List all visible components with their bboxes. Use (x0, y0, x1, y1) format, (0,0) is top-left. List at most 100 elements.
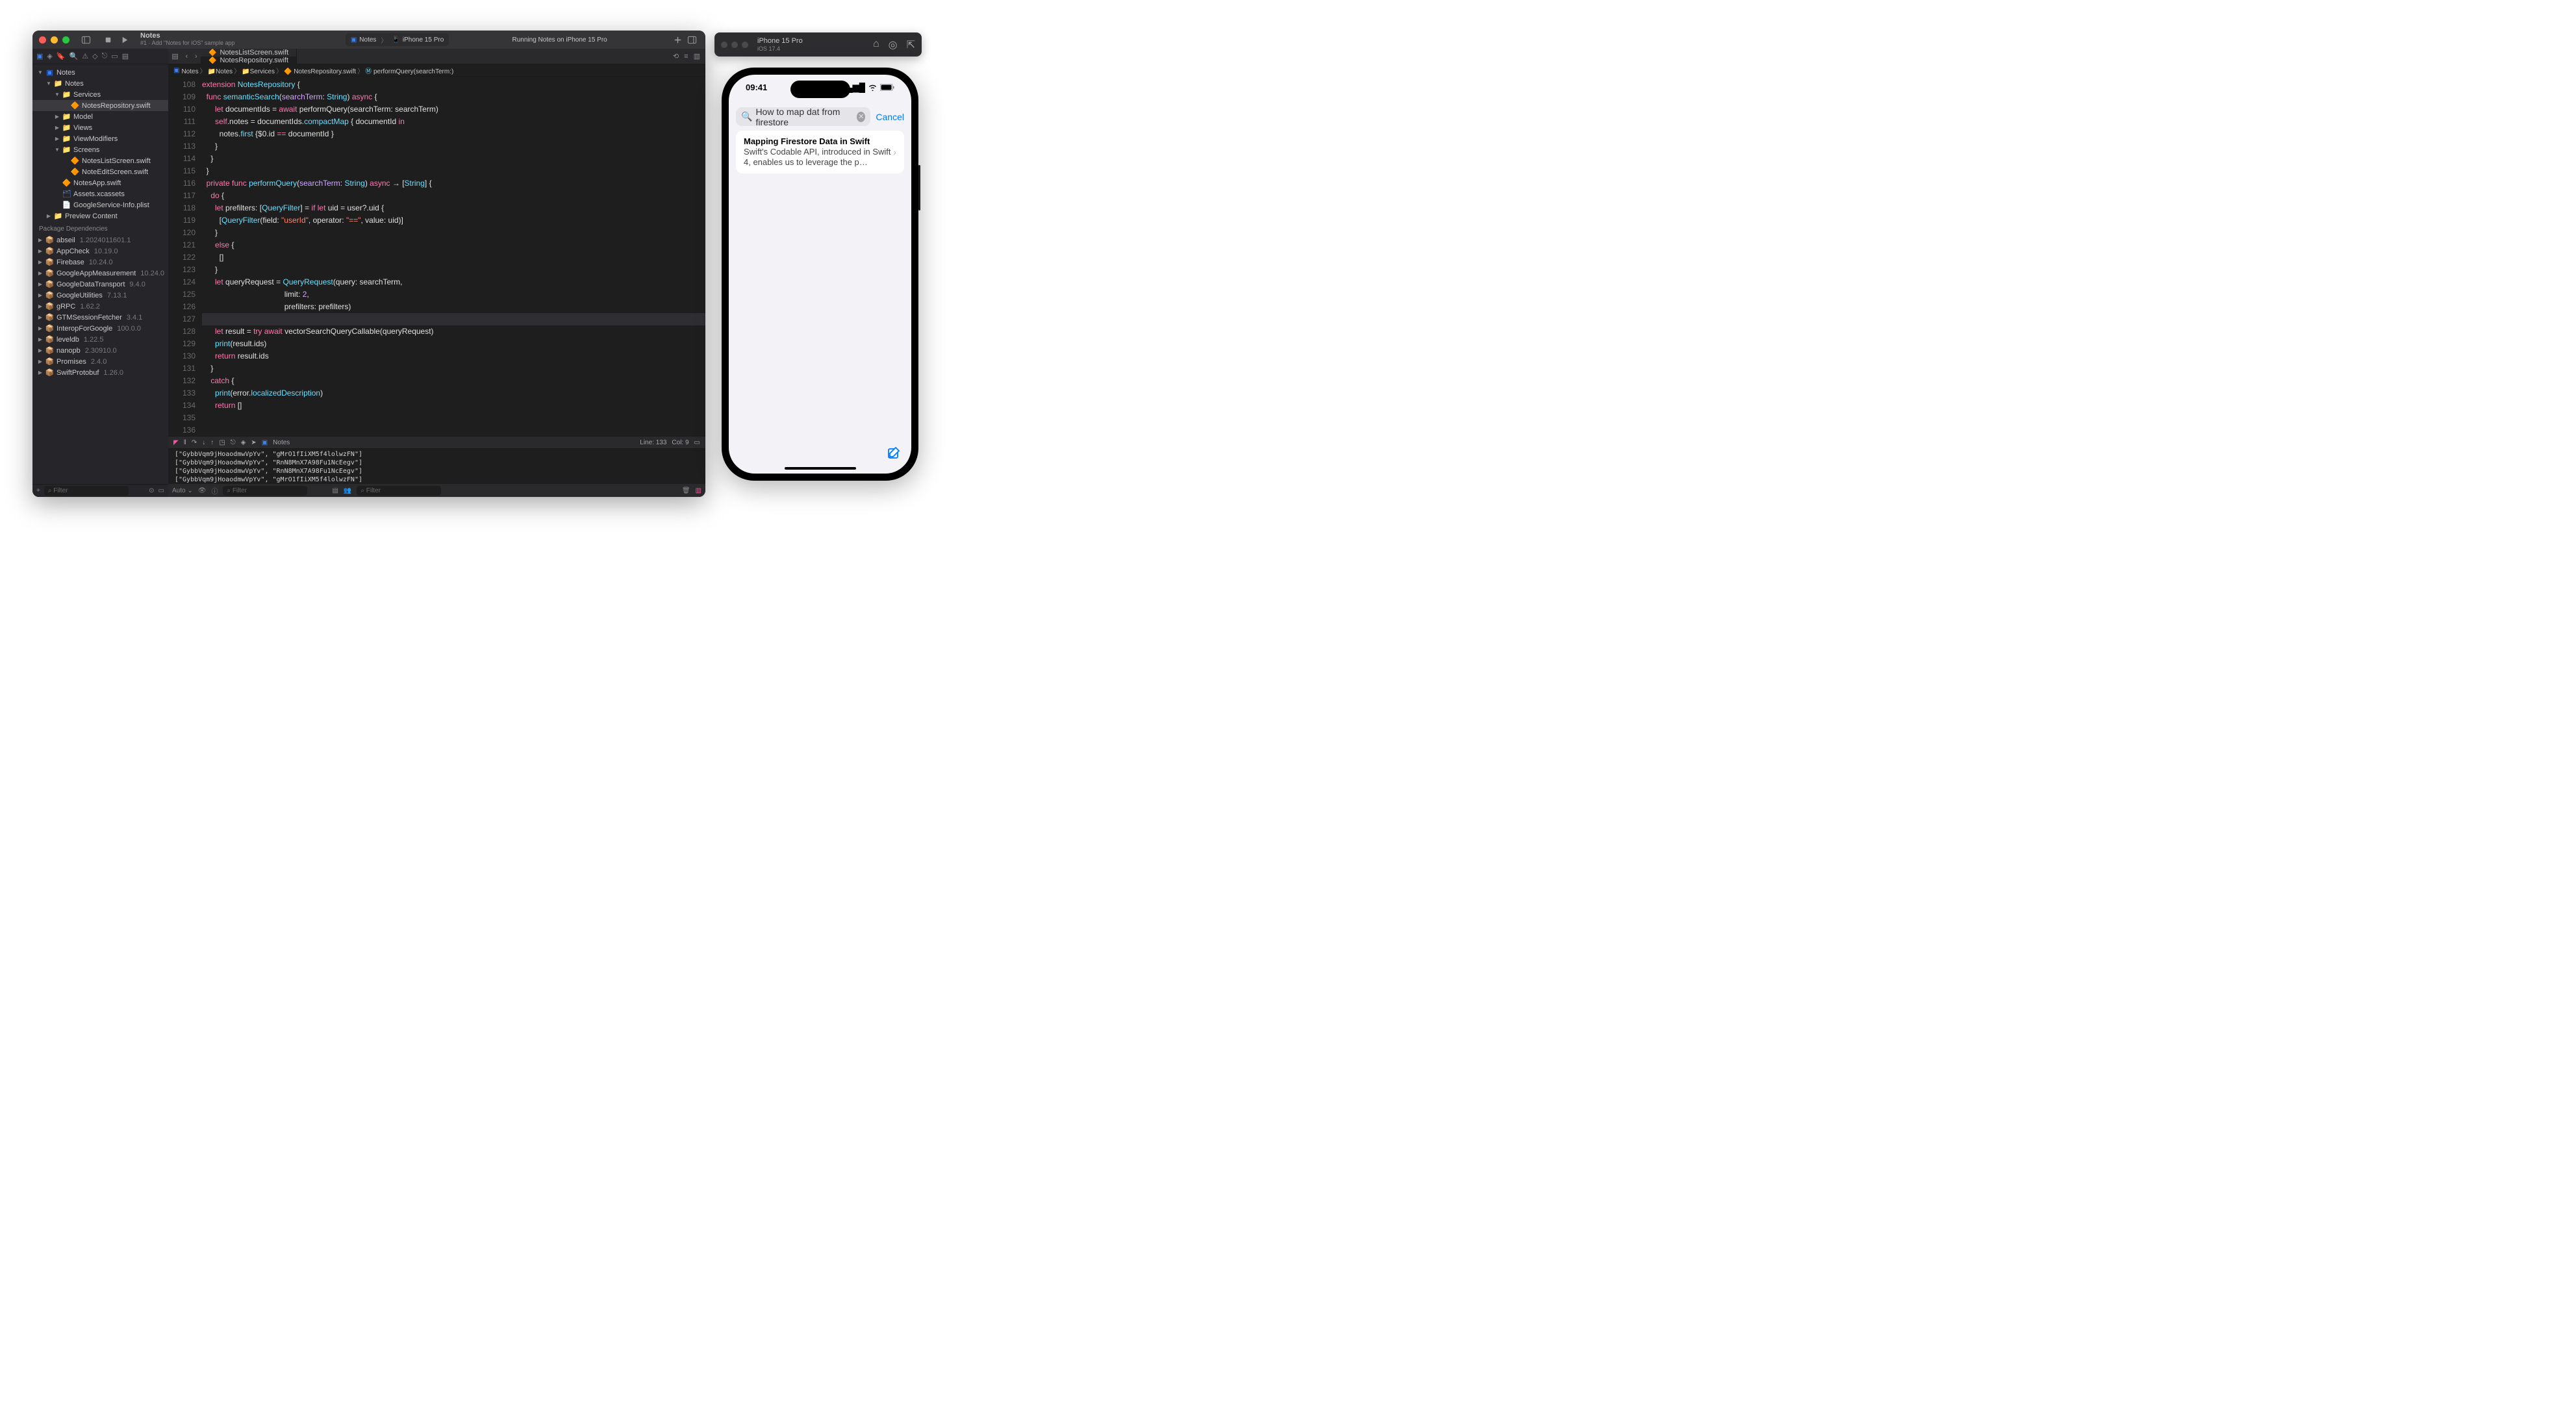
disclosure-icon[interactable]: ▶ (55, 125, 60, 131)
disclosure-icon[interactable]: ▶ (38, 348, 43, 353)
memory-icon[interactable]: ⎋ (231, 439, 236, 446)
location-icon[interactable]: ◈ (241, 439, 246, 446)
dep-item[interactable]: ▶📦GTMSessionFetcher3.4.1 (32, 312, 168, 323)
debug-view-icon[interactable]: ◳ (219, 439, 225, 446)
people-icon[interactable]: 👥 (344, 487, 351, 494)
test-icon[interactable]: ◇ (92, 52, 97, 60)
close-icon[interactable] (721, 42, 727, 48)
disclosure-icon[interactable]: ▶ (38, 237, 43, 243)
cancel-button[interactable]: Cancel (876, 112, 904, 122)
disclosure-icon[interactable]: ▶ (38, 292, 43, 298)
jump-segment[interactable]: Notes (181, 68, 198, 75)
clear-icon[interactable]: ✕ (857, 112, 865, 122)
nav-filter[interactable]: ⌕ Filter (44, 486, 129, 496)
library-button[interactable] (685, 32, 699, 47)
step-out-icon[interactable]: ↑ (210, 439, 214, 446)
tree-item[interactable]: 🔶NotesListScreen.swift (32, 155, 168, 166)
bookmark-icon[interactable]: 🔖 (57, 52, 66, 60)
scheme-selector[interactable]: ▣Notes 〉 📱iPhone 15 Pro (346, 33, 449, 46)
disclosure-icon[interactable]: ▶ (38, 325, 43, 331)
disclosure-icon[interactable]: ▼ (46, 81, 51, 86)
project-tree[interactable]: ▼▣Notes▼📁Notes▼📁Services🔶NotesRepository… (32, 64, 168, 484)
trash-icon[interactable]: 🗑 (682, 487, 690, 494)
jump-segment[interactable]: NotesRepository.swift (294, 68, 356, 75)
dep-item[interactable]: ▶📦Firebase10.24.0 (32, 257, 168, 268)
disclosure-icon[interactable]: ▼ (55, 147, 60, 153)
dep-item[interactable]: ▶📦GoogleAppMeasurement10.24.0 (32, 268, 168, 279)
forward-icon[interactable]: › (195, 53, 197, 60)
report-icon[interactable]: ▤ (122, 52, 129, 60)
dep-item[interactable]: ▶📦AppCheck10.19.0 (32, 246, 168, 257)
adjust-icon[interactable]: ≡ (684, 53, 688, 60)
disclosure-icon[interactable]: ▶ (55, 136, 60, 142)
tree-item[interactable]: 📄GoogleService-Info.plist (32, 199, 168, 210)
split-console-icon[interactable]: ▥ (696, 487, 701, 494)
code-content[interactable]: extension NotesRepository { func semanti… (202, 77, 705, 436)
find-icon[interactable]: 🔍 (69, 52, 79, 60)
disclosure-icon[interactable]: ▶ (38, 336, 43, 342)
rotate-icon[interactable]: ⇱ (907, 38, 915, 51)
dep-item[interactable]: ▶📦GoogleUtilities7.13.1 (32, 290, 168, 301)
jump-segment[interactable]: performQuery(searchTerm:) (373, 68, 453, 75)
eye-icon[interactable]: 👁 (198, 487, 207, 494)
source-control-icon[interactable]: ◈ (47, 52, 52, 60)
refresh-icon[interactable]: ⟲ (673, 52, 679, 60)
dep-item[interactable]: ▶📦gRPC1.62.2 (32, 301, 168, 312)
back-icon[interactable]: ‹ (186, 53, 188, 60)
home-indicator[interactable] (785, 467, 856, 470)
disclosure-icon[interactable]: ▶ (38, 281, 43, 287)
close-icon[interactable] (39, 36, 46, 44)
console-filter[interactable]: ⌕ Filter (357, 486, 441, 496)
sidebar-toggle-icon[interactable] (79, 32, 93, 47)
tree-item[interactable]: 🔶NotesRepository.swift (32, 100, 168, 111)
add-button[interactable] (670, 32, 685, 47)
result-card[interactable]: Mapping Firestore Data in Swift Swift's … (736, 131, 904, 173)
breakpoint-toggle-icon[interactable]: ◤ (173, 439, 179, 446)
step-in-icon[interactable]: ↓ (202, 439, 205, 446)
disclosure-icon[interactable]: ▶ (46, 213, 51, 219)
tree-item[interactable]: 🔶NoteEditScreen.swift (32, 166, 168, 177)
info-icon[interactable]: ⓘ (211, 486, 218, 496)
zoom-icon[interactable] (62, 36, 69, 44)
issue-icon[interactable]: ⚠ (82, 52, 88, 60)
minimize-icon[interactable] (731, 42, 738, 48)
debug-console[interactable]: ["GybbVqm9jHoaodmwVpYv", "gMrO1fIiXM5f4l… (168, 448, 705, 484)
minimap-icon[interactable]: ▭ (694, 439, 700, 446)
disclosure-icon[interactable]: ▶ (38, 314, 43, 320)
tree-item[interactable]: ▼▣Notes (32, 67, 168, 78)
dep-item[interactable]: ▶📦Promises2.4.0 (32, 356, 168, 367)
dep-item[interactable]: ▶📦InteropForGoogle100.0.0 (32, 323, 168, 334)
tree-item[interactable]: ▶📁ViewModifiers (32, 133, 168, 144)
tree-item[interactable]: ▼📁Services (32, 89, 168, 100)
dep-item[interactable]: ▶📦SwiftProtobuf1.26.0 (32, 367, 168, 378)
compose-button[interactable] (887, 446, 901, 463)
play-button[interactable] (117, 32, 131, 47)
screenshot-icon[interactable]: ◎ (889, 38, 898, 51)
home-icon[interactable]: ⌂ (873, 38, 879, 51)
related-icon[interactable]: ▤ (171, 52, 178, 60)
dep-item[interactable]: ▶📦abseil1.2024011601.1 (32, 235, 168, 246)
disclosure-icon[interactable]: ▶ (55, 114, 60, 120)
stop-button[interactable] (101, 32, 115, 47)
variables-filter[interactable]: ⌕ Filter (223, 486, 307, 496)
jump-segment[interactable]: Notes (216, 68, 233, 75)
source-editor[interactable]: 1081091101111121131141151161171181191201… (168, 77, 705, 436)
project-nav-icon[interactable]: ▣ (36, 52, 43, 60)
tree-item[interactable]: 🗂Assets.xcassets (32, 188, 168, 199)
navigator-selector[interactable]: ▣ ◈ 🔖 🔍 ⚠ ◇ ⎋ ▭ ▤ (32, 49, 168, 64)
dep-item[interactable]: ▶📦GoogleDataTransport9.4.0 (32, 279, 168, 290)
disclosure-icon[interactable]: ▶ (38, 370, 43, 375)
output-icon[interactable]: ▤ (332, 487, 338, 494)
dep-item[interactable]: ▶📦leveldb1.22.5 (32, 334, 168, 345)
jump-segment[interactable]: Services (250, 68, 275, 75)
disclosure-icon[interactable]: ▶ (38, 270, 43, 276)
disclosure-icon[interactable]: ▼ (38, 70, 43, 75)
tree-item[interactable]: 🔶NotesApp.swift (32, 177, 168, 188)
tree-item[interactable]: ▶📁Preview Content (32, 210, 168, 222)
split-icon[interactable]: ▥ (694, 52, 700, 60)
step-over-icon[interactable]: ↷ (192, 439, 197, 446)
disclosure-icon[interactable]: ▶ (38, 259, 43, 265)
tree-item[interactable]: ▼📁Screens (32, 144, 168, 155)
add-icon[interactable]: + (36, 487, 40, 494)
dep-item[interactable]: ▶📦nanopb2.30910.0 (32, 345, 168, 356)
